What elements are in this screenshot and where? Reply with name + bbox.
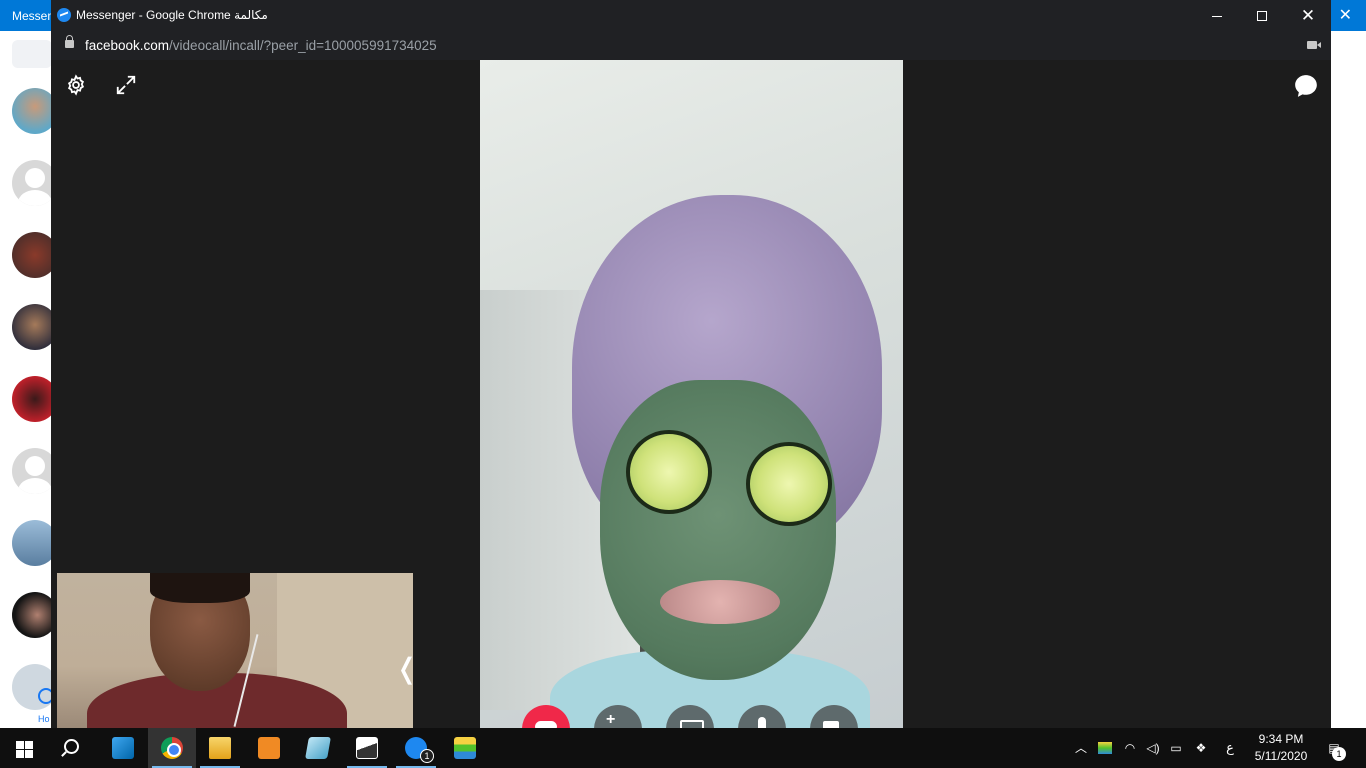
messenger-logo-icon (57, 8, 71, 22)
remote-video-feed (480, 60, 903, 728)
search-input[interactable] (12, 40, 52, 68)
video-lips (660, 580, 780, 624)
background-window-title: Messen (12, 9, 55, 23)
clock-time: 9:34 PM (1258, 732, 1304, 746)
minimize-button[interactable] (1194, 0, 1240, 31)
clock[interactable]: 9:34 PM 5/11/2020 (1248, 731, 1314, 765)
close-icon[interactable]: ✕ (1339, 5, 1352, 25)
photos-icon (356, 737, 378, 759)
video-cucumber (626, 430, 712, 514)
windows-logo-icon (25, 750, 33, 758)
battery-icon[interactable]: ▭ (1168, 740, 1184, 756)
dropbox-icon[interactable]: ❖ (1193, 740, 1209, 756)
messenger-badge: 1 (420, 749, 434, 763)
gear-icon[interactable] (65, 74, 87, 96)
windows-logo-icon (25, 741, 33, 749)
camera-permission-icon[interactable] (1307, 41, 1321, 49)
search-icon[interactable] (48, 728, 96, 768)
notification-badge: 1 (1332, 747, 1346, 761)
chat-bubble-icon[interactable] (1293, 73, 1319, 99)
home-label: Ho (38, 714, 50, 724)
start-button[interactable] (0, 728, 48, 768)
windows-logo-icon (16, 750, 24, 758)
taskbar-messenger[interactable]: 1 (392, 728, 440, 768)
video-call-window: Messenger - Google Chrome مكالمة ✕ faceb… (51, 0, 1331, 728)
self-view-hair (150, 573, 250, 603)
taskbar-app[interactable] (294, 728, 342, 768)
call-stage: ❬ (51, 60, 1331, 728)
taskbar-chrome[interactable] (148, 728, 196, 768)
window-title: Messenger - Google Chrome مكالمة (76, 8, 268, 22)
language-indicator[interactable]: ع (1222, 740, 1238, 756)
collapse-self-view-button[interactable]: ❬ (395, 655, 413, 683)
wifi-icon[interactable]: ◠ (1122, 740, 1138, 756)
notes-icon (305, 737, 331, 759)
clock-date: 5/11/2020 (1254, 749, 1308, 763)
taskbar-bluestacks[interactable] (441, 728, 489, 768)
url-domain: facebook.com (85, 38, 170, 53)
bluestacks-tray-icon[interactable] (1098, 742, 1112, 754)
minimize-icon (1212, 15, 1222, 17)
maximize-button[interactable] (1239, 0, 1285, 31)
folder-icon (209, 737, 231, 759)
maximize-icon (1257, 11, 1267, 22)
volume-icon[interactable]: ◁) (1145, 740, 1161, 756)
video-cucumber (746, 442, 832, 526)
bluestacks-icon (454, 737, 476, 759)
window-titlebar: Messenger - Google Chrome مكالمة ✕ (51, 0, 1331, 31)
taskbar-vscode[interactable] (99, 728, 147, 768)
windows-logo-icon (16, 741, 24, 749)
vscode-icon (112, 737, 134, 759)
video-face (600, 380, 836, 680)
url-path: /videocall/incall/?peer_id=1000059917340… (169, 38, 437, 53)
taskbar-photos[interactable] (343, 728, 391, 768)
lock-icon[interactable] (65, 35, 74, 48)
self-view-video[interactable]: ❬ (57, 573, 413, 728)
pdf-icon (258, 737, 280, 759)
taskbar-pdf-app[interactable] (245, 728, 293, 768)
address-bar: facebook.com/videocall/incall/?peer_id=1… (51, 31, 1331, 60)
chevron-up-icon[interactable]: ︿ (1073, 740, 1089, 756)
taskbar: 1 ︿ ◠ ◁) ▭ ❖ ع 9:34 PM 5/11/2020 ▤ 1 (0, 728, 1366, 768)
chrome-icon (161, 737, 183, 759)
taskbar-file-explorer[interactable] (196, 728, 244, 768)
close-window-button[interactable]: ✕ (1285, 0, 1331, 31)
expand-icon[interactable] (115, 74, 137, 96)
url-text[interactable]: facebook.com/videocall/incall/?peer_id=1… (85, 38, 437, 53)
